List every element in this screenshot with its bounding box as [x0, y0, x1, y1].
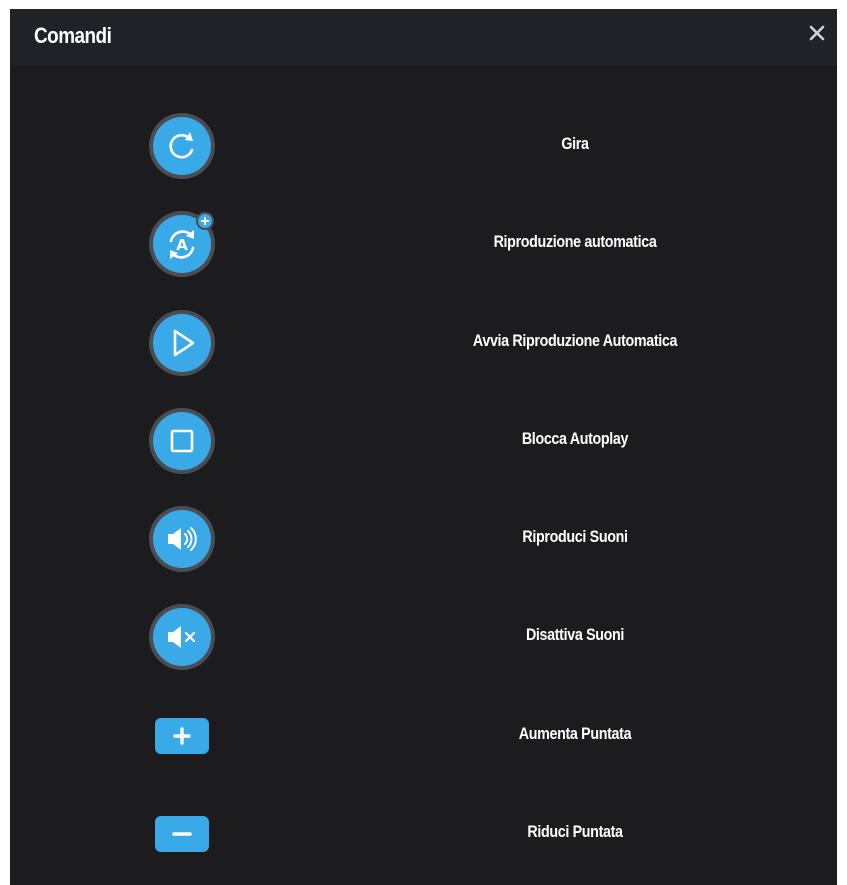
- command-row-sound-on: Riproduci Suoni: [10, 488, 837, 586]
- play-icon: [146, 307, 218, 379]
- command-label: Riduci Puntata: [527, 822, 623, 842]
- command-label: Disattiva Suoni: [525, 625, 625, 645]
- dialog-title: Comandi: [34, 23, 112, 48]
- close-icon[interactable]: [803, 19, 831, 47]
- sound-off-icon: [146, 601, 218, 673]
- commands-dialog: Comandi Gira A Riproduzione automatica A…: [10, 9, 837, 885]
- command-label: Riproduzione automatica: [493, 232, 657, 252]
- command-label: Aumenta Puntata: [518, 723, 632, 743]
- command-row-play: Avvia Riproduzione Automatica: [10, 292, 837, 390]
- commands-list: Gira A Riproduzione automatica Avvia Rip…: [10, 95, 837, 881]
- spin-icon: [146, 110, 218, 182]
- svg-text:A: A: [176, 236, 188, 254]
- minus-icon: [146, 798, 218, 870]
- command-label: Riproduci Suoni: [522, 527, 628, 547]
- plus-icon: [146, 700, 218, 772]
- command-label: Gira: [561, 134, 589, 153]
- command-row-stop: Blocca Autoplay: [10, 390, 837, 488]
- command-label: Blocca Autoplay: [521, 428, 629, 448]
- command-row-sound-off: Disattiva Suoni: [10, 586, 837, 684]
- autoplay-settings-icon: A: [146, 208, 218, 280]
- command-row-autoplay-settings: A Riproduzione automatica: [10, 193, 837, 291]
- stop-icon: [146, 405, 218, 477]
- dialog-header: Comandi: [10, 9, 837, 67]
- command-row-increase-bet: Aumenta Puntata: [10, 685, 837, 783]
- command-row-decrease-bet: Riduci Puntata: [10, 783, 837, 881]
- sound-on-icon: [146, 503, 218, 575]
- command-label: Avvia Riproduzione Automatica: [472, 330, 678, 350]
- command-row-spin: Gira: [10, 95, 837, 193]
